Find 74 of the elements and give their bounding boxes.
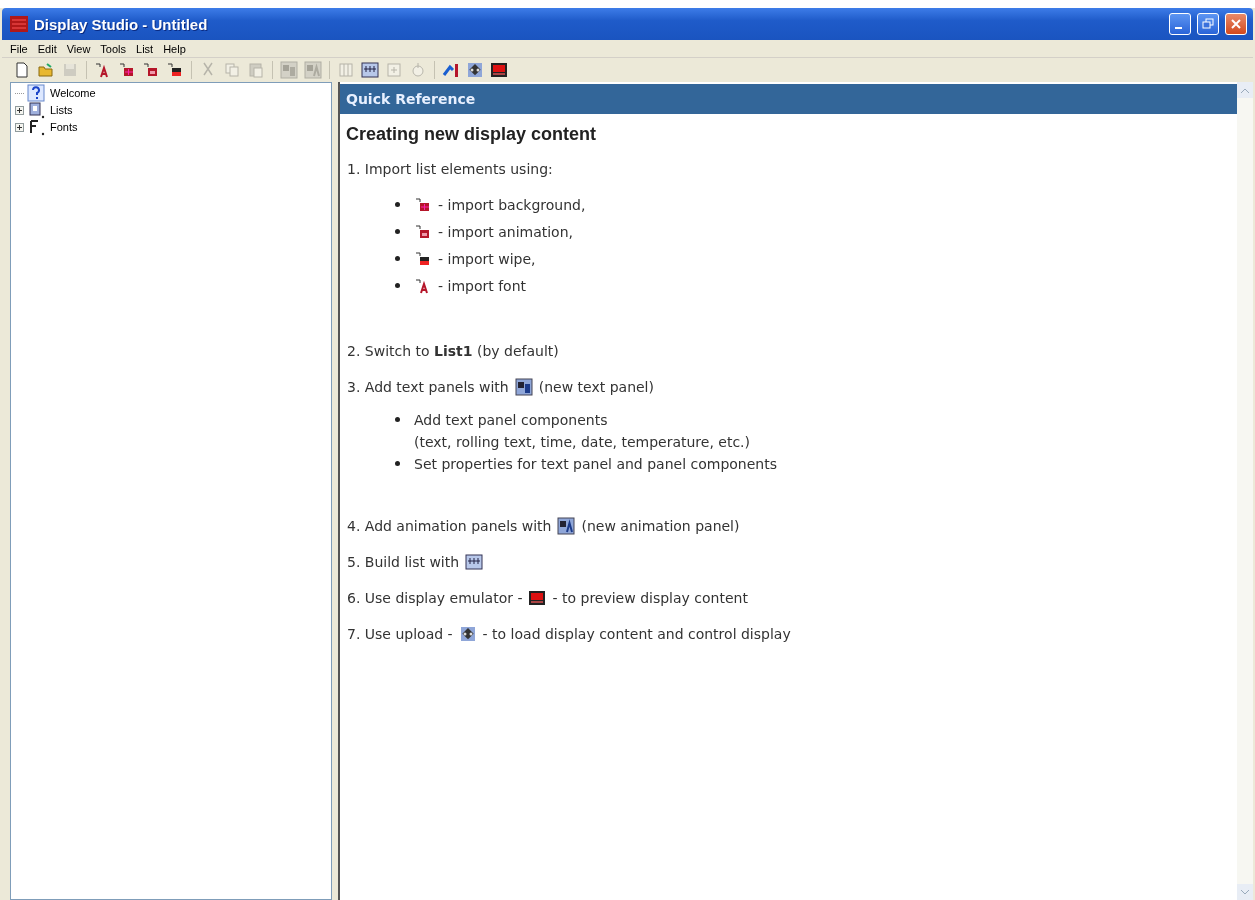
reference-text: 5. Build list with <box>347 554 460 570</box>
animation-panel-icon <box>304 61 322 79</box>
tree-item[interactable]: Welcome <box>48 87 98 99</box>
save-icon <box>61 61 79 79</box>
window-title: Display Studio - Untitled <box>34 15 209 33</box>
minimize-icon <box>1175 27 1182 29</box>
menu-item[interactable]: Tools <box>96 42 131 55</box>
toolbar-button[interactable] <box>360 60 380 80</box>
bullet-text: Add text panel components (text, rolling text, time, date, temperature, etc.) <box>414 411 751 452</box>
reference-text: - import font <box>438 277 527 294</box>
app-icon <box>10 16 28 32</box>
menu-item[interactable]: View <box>62 42 95 55</box>
build-icon <box>465 553 484 571</box>
import-background-icon <box>118 61 136 79</box>
reference-text: 3. Add text panels with <box>347 379 509 395</box>
menu-item[interactable]: List <box>132 42 158 55</box>
import-background-icon <box>414 195 432 214</box>
section-header: Quick Reference <box>340 84 1237 114</box>
menu-item[interactable]: File <box>6 42 32 55</box>
bullet-icon <box>395 283 400 288</box>
paste-icon <box>247 61 265 79</box>
columns-icon <box>337 61 355 79</box>
list-icon <box>27 101 45 119</box>
bullet-icon <box>395 229 400 234</box>
new-icon <box>13 61 31 79</box>
reference-text: - import wipe, <box>438 250 536 267</box>
bullet-icon <box>395 417 400 422</box>
scrollbar[interactable] <box>1237 82 1253 900</box>
import-wipe-icon <box>414 249 432 268</box>
animation-panel-icon <box>557 517 576 535</box>
restore-icon <box>1202 18 1214 30</box>
close-icon <box>1230 18 1242 30</box>
reference-text: - import animation, <box>438 223 573 240</box>
emulator-icon <box>528 589 547 607</box>
import-wipe-icon <box>166 61 184 79</box>
emulator-icon <box>490 61 508 79</box>
bullet-icon <box>395 202 400 207</box>
content-heading: Creating new display content <box>345 123 598 146</box>
build-icon <box>361 61 379 79</box>
text-panel-icon <box>514 378 533 396</box>
reference-text: - to preview display content <box>552 590 748 606</box>
font-icon <box>27 118 45 136</box>
copy-icon <box>223 61 241 79</box>
reference-text: 4. Add animation panels with <box>347 518 552 534</box>
restore-button[interactable] <box>1197 13 1219 35</box>
reference-text: 7. Use upload - <box>347 626 453 642</box>
reference-text: 2. Switch to List1 (by default) <box>347 343 559 359</box>
reference-text: 6. Use display emulator - <box>347 590 523 606</box>
tree-item[interactable]: Fonts <box>48 121 80 133</box>
expand-icon[interactable] <box>15 105 24 115</box>
close-button[interactable] <box>1225 13 1247 35</box>
bullet-icon <box>395 461 400 466</box>
reference-text: Set properties for text panel and panel components <box>414 455 777 472</box>
insert-icon <box>385 61 403 79</box>
reference-text: - import background, <box>438 196 586 213</box>
menu-item[interactable]: Help <box>159 42 190 55</box>
text-panel-icon <box>280 61 298 79</box>
reference-text: 1. Import list elements using: <box>347 161 553 177</box>
reference-text: (new text panel) <box>538 379 654 395</box>
import-animation-icon <box>142 61 160 79</box>
scroll-down-button[interactable] <box>1237 884 1253 900</box>
menu-item[interactable]: Edit <box>33 42 61 55</box>
reference-text: - to load display content and control display <box>482 626 791 642</box>
open-icon <box>37 61 55 79</box>
bullet-icon <box>395 256 400 261</box>
scroll-up-button[interactable] <box>1237 82 1253 98</box>
upload-arrow-icon <box>442 61 460 79</box>
minimize-button[interactable] <box>1169 13 1191 35</box>
toolbar-button[interactable] <box>489 60 509 80</box>
help-icon <box>27 84 45 102</box>
import-animation-icon <box>414 222 432 241</box>
reference-text: (new animation panel) <box>581 518 740 534</box>
tree-item[interactable]: Lists <box>48 104 75 116</box>
expand-icon[interactable] <box>15 122 24 132</box>
